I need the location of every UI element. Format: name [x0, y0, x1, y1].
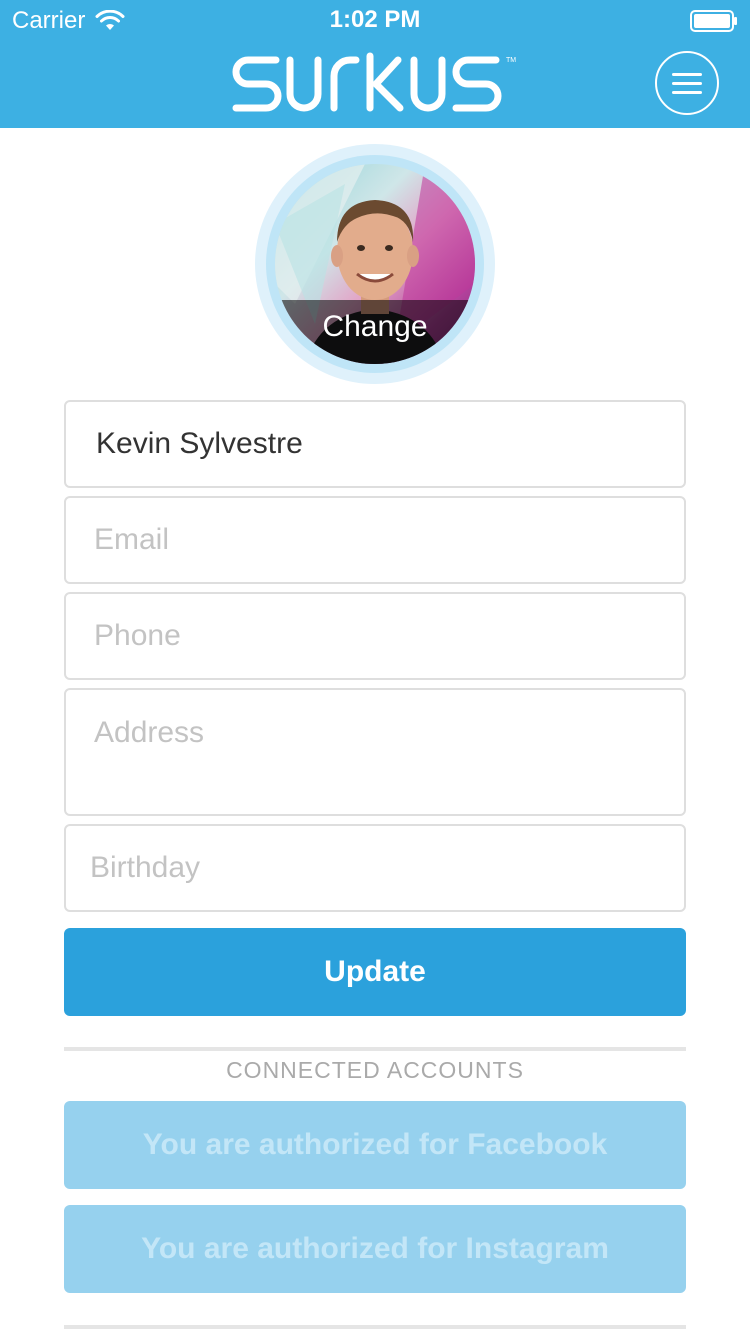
avatar-ring: Change — [266, 155, 484, 373]
change-photo-label[interactable]: Change — [275, 300, 475, 364]
address-field[interactable] — [64, 688, 686, 816]
connected-accounts-title: CONNECTED ACCOUNTS — [226, 1057, 524, 1083]
name-input[interactable] — [66, 402, 684, 486]
avatar[interactable]: Change — [275, 164, 475, 364]
email-input[interactable] — [66, 498, 684, 582]
email-field[interactable] — [64, 496, 686, 584]
update-button[interactable]: Update — [64, 928, 686, 1016]
divider — [64, 1047, 686, 1051]
divider — [64, 1325, 686, 1329]
surkus-logo: TM — [0, 46, 750, 127]
app-header: Carrier 1:02 PM TM — [0, 0, 750, 128]
phone-field[interactable] — [64, 592, 686, 680]
birthday-field[interactable] — [64, 824, 686, 912]
status-time: 1:02 PM — [329, 6, 421, 33]
birthday-input[interactable] — [66, 826, 684, 910]
phone-input[interactable] — [66, 594, 684, 678]
status-bar: Carrier 1:02 PM — [0, 0, 750, 40]
svg-text:TM: TM — [506, 57, 516, 64]
hamburger-menu-icon — [672, 72, 702, 76]
address-input[interactable] — [66, 690, 684, 814]
name-field[interactable] — [64, 400, 686, 488]
instagram-authorized-button[interactable]: You are authorized for Instagram — [64, 1205, 686, 1293]
surkus-logo-icon: TM — [232, 52, 516, 112]
menu-button[interactable] — [655, 51, 719, 115]
battery-icon — [690, 10, 737, 32]
facebook-authorized-button[interactable]: You are authorized for Facebook — [64, 1101, 686, 1189]
avatar-container: Change — [255, 144, 495, 384]
